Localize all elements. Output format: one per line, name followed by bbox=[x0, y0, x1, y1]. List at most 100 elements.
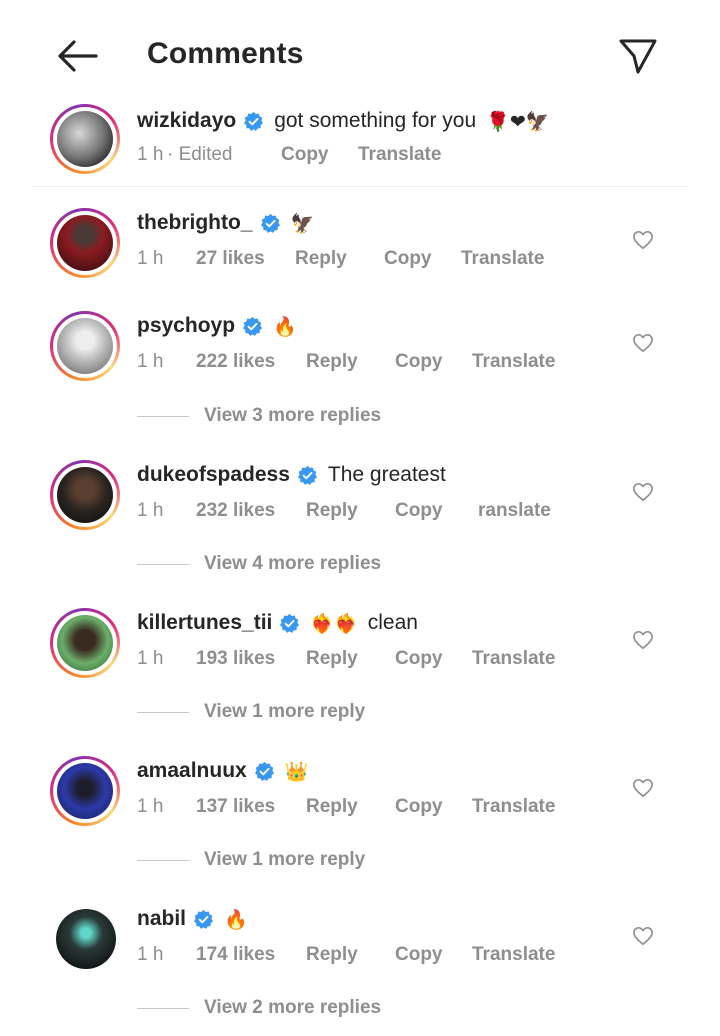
translate-button[interactable]: Translate bbox=[472, 648, 555, 670]
caption-line: wizkidayo got something for you 🌹❤🦅 bbox=[137, 106, 553, 136]
comment-line: nabil 🔥 bbox=[137, 904, 252, 934]
reply-button[interactable]: Reply bbox=[306, 944, 358, 966]
translate-button[interactable]: Translate bbox=[461, 248, 544, 270]
heart-icon[interactable] bbox=[632, 926, 654, 946]
username[interactable]: thebrighto_ bbox=[137, 211, 253, 235]
header-bar: Comments bbox=[0, 0, 720, 110]
comment-meta: 1 h 222 likes Reply Copy Translate bbox=[0, 351, 720, 377]
comment-emojis: ❤‍🔥❤‍🔥 bbox=[310, 612, 358, 635]
divider bbox=[137, 416, 189, 417]
divider bbox=[137, 564, 189, 565]
username[interactable]: wizkidayo bbox=[137, 109, 236, 133]
copy-button[interactable]: Copy bbox=[395, 648, 443, 670]
heart-icon[interactable] bbox=[632, 482, 654, 502]
comment-meta: 1 h 232 likes Reply Copy ranslate bbox=[0, 500, 720, 526]
likes-count[interactable]: 137 likes bbox=[196, 796, 275, 818]
copy-button[interactable]: Copy bbox=[395, 351, 443, 373]
verified-badge-icon bbox=[297, 465, 317, 485]
divider bbox=[32, 186, 688, 187]
comment-meta: 1 h 137 likes Reply Copy Translate bbox=[0, 796, 720, 822]
edited-label: · Edited bbox=[167, 144, 233, 165]
page-title: Comments bbox=[147, 37, 304, 70]
comment-line: killertunes_tii ❤‍🔥❤‍🔥 clean bbox=[137, 608, 418, 638]
verified-badge-icon bbox=[242, 316, 263, 336]
reply-button[interactable]: Reply bbox=[306, 351, 358, 373]
likes-count[interactable]: 27 likes bbox=[196, 248, 265, 270]
divider bbox=[137, 860, 189, 861]
heart-icon[interactable] bbox=[632, 230, 654, 250]
post-caption: wizkidayo got something for you 🌹❤🦅 1 h … bbox=[0, 100, 720, 188]
verified-badge-icon bbox=[254, 761, 274, 781]
translate-button[interactable]: Translate bbox=[472, 796, 555, 818]
translate-button[interactable]: Translate bbox=[472, 351, 555, 373]
heart-icon[interactable] bbox=[632, 333, 654, 353]
view-more-replies-label[interactable]: View 1 more reply bbox=[204, 849, 365, 871]
comment-text: The greatest bbox=[327, 463, 446, 486]
comment-emojis: 🦅 bbox=[290, 212, 315, 235]
copy-button[interactable]: Copy bbox=[281, 144, 329, 166]
verified-badge-icon bbox=[260, 213, 280, 233]
comment-line: amaalnuux 👑 bbox=[137, 756, 312, 786]
view-more-replies[interactable]: View 1 more reply bbox=[0, 698, 720, 728]
likes-count[interactable]: 232 likes bbox=[196, 500, 275, 522]
username[interactable]: amaalnuux bbox=[137, 759, 247, 783]
timestamp: 1 h bbox=[137, 796, 164, 817]
caption-meta: 1 h · Edited Copy Translate bbox=[0, 144, 720, 170]
translate-button[interactable]: Translate bbox=[358, 144, 441, 166]
view-more-replies-label[interactable]: View 3 more replies bbox=[204, 405, 381, 427]
username[interactable]: psychoyp bbox=[137, 314, 235, 338]
timestamp: 1 h bbox=[137, 144, 164, 165]
heart-icon[interactable] bbox=[632, 630, 654, 650]
copy-button[interactable]: Copy bbox=[384, 248, 432, 270]
comment-emojis: 🔥 bbox=[224, 908, 248, 931]
share-button[interactable] bbox=[616, 36, 660, 76]
reply-button[interactable]: Reply bbox=[295, 248, 347, 270]
view-more-replies[interactable]: View 3 more replies bbox=[0, 402, 720, 432]
comment-line: thebrighto_ 🦅 bbox=[137, 208, 318, 238]
translate-button[interactable]: Translate bbox=[472, 944, 555, 966]
view-more-replies[interactable]: View 1 more reply bbox=[0, 846, 720, 876]
comment-emojis: 👑 bbox=[284, 760, 309, 783]
reply-button[interactable]: Reply bbox=[306, 500, 358, 522]
timestamp: 1 h bbox=[137, 248, 164, 269]
reply-button[interactable]: Reply bbox=[306, 796, 358, 818]
timestamp: 1 h bbox=[137, 351, 164, 372]
caption-text: got something for you bbox=[274, 109, 477, 132]
timestamp: 1 h bbox=[137, 944, 164, 965]
divider bbox=[137, 1008, 189, 1009]
copy-button[interactable]: Copy bbox=[395, 944, 443, 966]
comment-meta: 1 h 193 likes Reply Copy Translate bbox=[0, 648, 720, 674]
comment-meta: 1 h 27 likes Reply Copy Translate bbox=[0, 248, 720, 274]
comment-text: clean bbox=[367, 611, 418, 634]
username[interactable]: killertunes_tii bbox=[137, 611, 272, 635]
copy-button[interactable]: Copy bbox=[395, 500, 443, 522]
comment-line: psychoyp 🔥 bbox=[137, 311, 301, 341]
comment-meta: 1 h 174 likes Reply Copy Translate bbox=[0, 944, 720, 970]
likes-count[interactable]: 193 likes bbox=[196, 648, 275, 670]
view-more-replies[interactable]: View 4 more replies bbox=[0, 550, 720, 580]
view-more-replies-label[interactable]: View 2 more replies bbox=[204, 997, 381, 1019]
username[interactable]: nabil bbox=[137, 907, 186, 931]
copy-button[interactable]: Copy bbox=[395, 796, 443, 818]
divider bbox=[137, 712, 189, 713]
view-more-replies[interactable]: View 2 more replies bbox=[0, 994, 720, 1024]
paper-plane-icon bbox=[619, 39, 657, 74]
view-more-replies-label[interactable]: View 1 more reply bbox=[204, 701, 365, 723]
comment-emojis: 🔥 bbox=[273, 315, 297, 338]
view-more-replies-label[interactable]: View 4 more replies bbox=[204, 553, 381, 575]
timestamp: 1 h bbox=[137, 648, 164, 669]
translate-button[interactable]: ranslate bbox=[478, 500, 551, 522]
timestamp: 1 h bbox=[137, 500, 164, 521]
username[interactable]: dukeofspadess bbox=[137, 463, 290, 487]
reply-button[interactable]: Reply bbox=[306, 648, 358, 670]
heart-icon[interactable] bbox=[632, 778, 654, 798]
likes-count[interactable]: 174 likes bbox=[196, 944, 275, 966]
caption-emojis: 🌹❤🦅 bbox=[486, 110, 550, 133]
verified-badge-icon bbox=[193, 909, 214, 929]
likes-count[interactable]: 222 likes bbox=[196, 351, 275, 373]
verified-badge-icon bbox=[280, 613, 300, 633]
comment-line: dukeofspadess The greatest bbox=[137, 460, 450, 490]
verified-badge-icon bbox=[244, 111, 264, 131]
arrow-left-icon bbox=[58, 40, 98, 72]
back-button[interactable] bbox=[52, 36, 100, 76]
